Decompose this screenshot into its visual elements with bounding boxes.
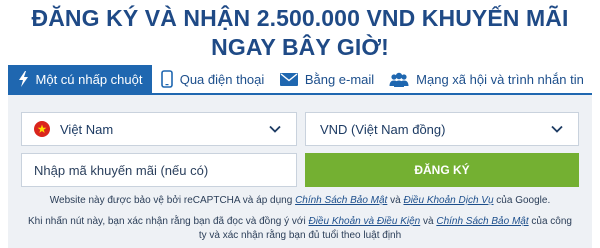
recaptcha-text: và — [387, 195, 404, 206]
country-select[interactable]: Việt Nam — [21, 112, 297, 146]
tab-label: Bằng e-mail — [304, 71, 375, 87]
country-value: Việt Nam — [60, 121, 114, 137]
lightning-icon — [18, 71, 29, 87]
phone-icon — [160, 70, 173, 88]
recaptcha-text: Website này được bảo vệ bởi reCAPTCHA và… — [49, 195, 296, 206]
currency-select[interactable]: VND (Việt Nam đồng) — [305, 112, 579, 146]
company-privacy-link[interactable]: Chính Sách Bảo Mật — [436, 216, 528, 227]
envelope-icon — [279, 72, 298, 86]
promo-code-input[interactable] — [21, 153, 297, 187]
consent-notice: Khi nhấn nút này, bạn xác nhận rằng bạn … — [8, 215, 592, 243]
recaptcha-notice: Website này được bảo vệ bởi reCAPTCHA và… — [8, 194, 592, 208]
terms-conditions-link[interactable]: Điều Khoản và Điều Kiện — [308, 216, 420, 227]
register-button[interactable]: ĐĂNG KÝ — [305, 153, 579, 187]
tab-email[interactable]: Bằng e-mail — [273, 65, 382, 93]
chevron-down-icon — [268, 122, 282, 139]
recaptcha-text: của Google. — [493, 195, 551, 206]
tab-one-click[interactable]: Một cú nhấp chuột — [8, 65, 153, 93]
consent-text: Khi nhấn nút này, bạn xác nhận rằng bạn … — [28, 216, 309, 227]
privacy-policy-link[interactable]: Chính Sách Bảo Mật — [295, 195, 387, 206]
page-title: ĐĂNG KÝ VÀ NHẬN 2.500.000 VND KHUYẾN MÃI… — [31, 5, 569, 60]
terms-of-service-link[interactable]: Điều Khoản Dịch Vụ — [403, 195, 493, 206]
vietnam-flag-icon — [34, 121, 50, 137]
registration-tabs: Một cú nhấp chuột Qua điện thoại Bằng e-… — [8, 65, 592, 95]
consent-text: và — [420, 216, 437, 227]
tab-phone[interactable]: Qua điện thoại — [153, 65, 273, 93]
currency-value: VND (Việt Nam đồng) — [320, 121, 446, 137]
tab-social[interactable]: Mạng xã hội và trình nhắn tin — [382, 65, 592, 93]
tab-label: Một cú nhấp chuột — [35, 71, 143, 87]
tab-label: Mạng xã hội và trình nhắn tin — [416, 71, 584, 87]
tab-label: Qua điện thoại — [179, 71, 265, 87]
registration-form: Việt Nam VND (Việt Nam đồng) ĐĂNG KÝ Web… — [8, 95, 592, 248]
chevron-down-icon — [550, 122, 564, 139]
users-icon — [389, 72, 409, 87]
